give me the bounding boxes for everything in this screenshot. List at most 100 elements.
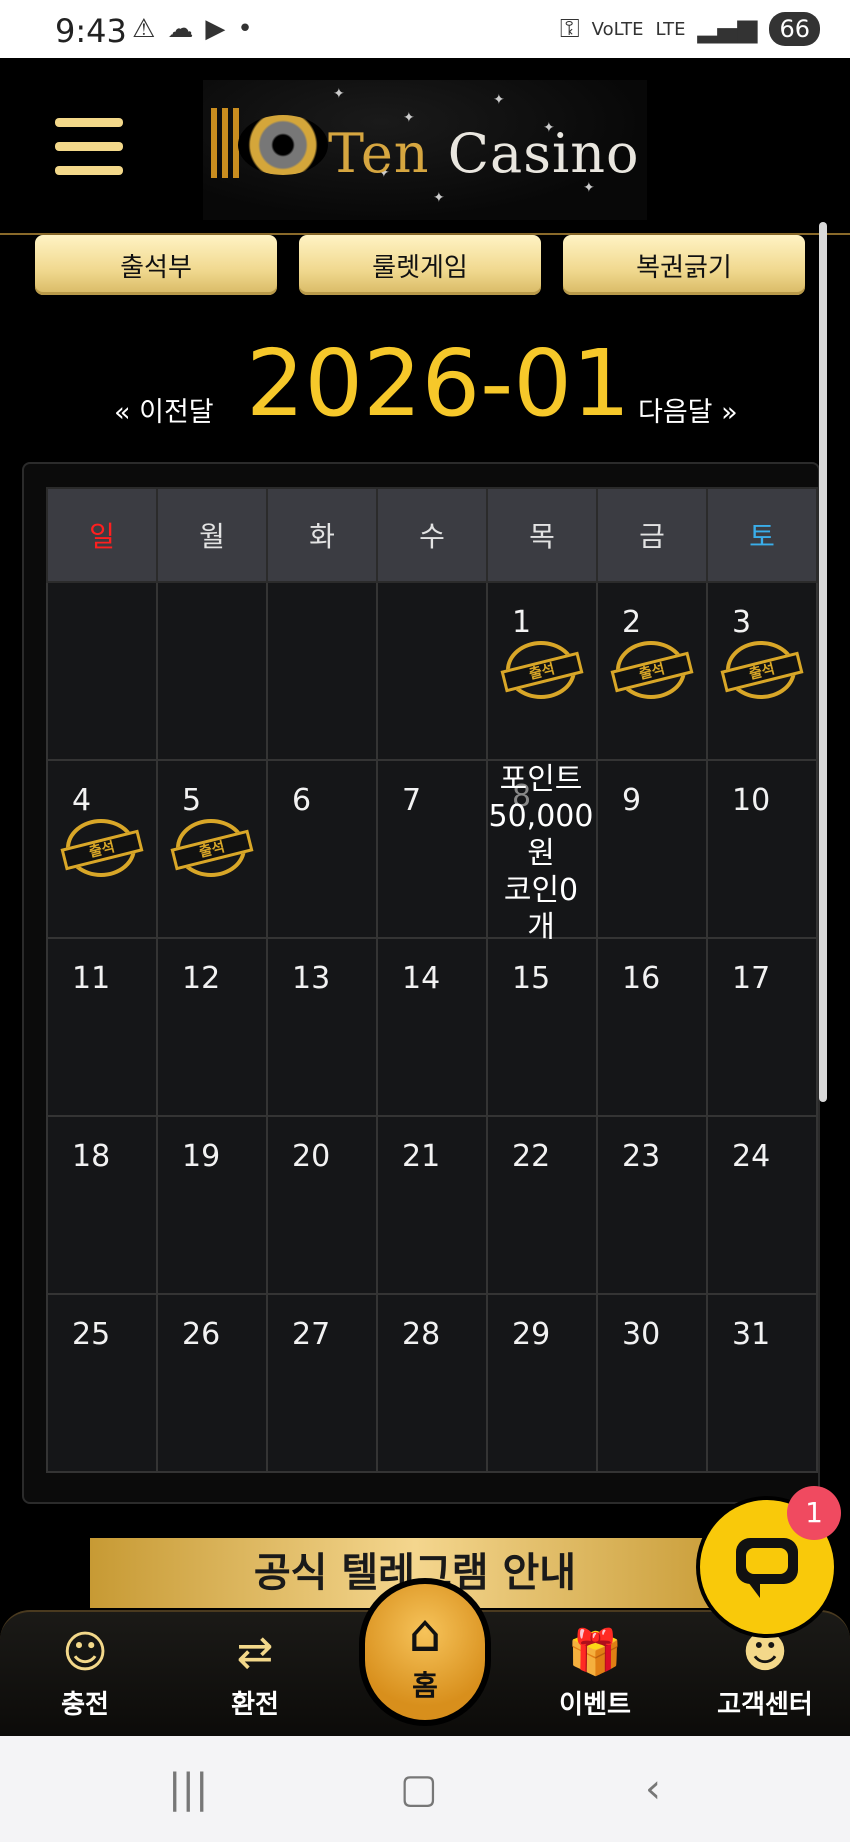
calendar-day[interactable]: 28	[376, 1293, 488, 1473]
calendar-day[interactable]: 6	[266, 759, 378, 939]
attendance-stamp-icon: 출석	[170, 819, 254, 877]
calendar-day[interactable]: 16	[596, 937, 708, 1117]
weekday-thu: 목	[486, 487, 598, 583]
prev-month-link[interactable]: « 이전달	[114, 390, 214, 429]
calendar-day[interactable]: 31	[706, 1293, 818, 1473]
charge-icon: ☺	[62, 1627, 108, 1678]
day-number: 7	[402, 783, 422, 818]
calendar-day-today[interactable]: 8 포인트 50,000 원 코인0 개	[486, 759, 598, 945]
calendar-day[interactable]: 11	[46, 937, 158, 1117]
calendar-day[interactable]: 30	[596, 1293, 708, 1473]
youtube-icon: ▶	[205, 14, 226, 44]
attendance-stamp-icon: 출석	[720, 641, 804, 699]
calendar-day[interactable]: 10	[706, 759, 818, 939]
weekday-sat: 토	[706, 487, 818, 583]
weekday-fri: 금	[596, 487, 708, 583]
exchange-icon: ⇄	[236, 1627, 274, 1678]
menu-icon[interactable]	[55, 118, 123, 176]
calendar-day[interactable]: 26	[156, 1293, 268, 1473]
calendar-day[interactable]: 17	[706, 937, 818, 1117]
day-number: 12	[182, 961, 221, 996]
nav-home-button[interactable]: ⌂ 홈	[359, 1578, 491, 1726]
back-icon[interactable]: ‹	[645, 1766, 661, 1812]
day-number: 26	[182, 1317, 221, 1352]
calendar-day-empty	[266, 581, 378, 761]
scratch-lottery-button[interactable]: 복권긁기	[563, 235, 805, 295]
volte-icon: VoLTE	[591, 18, 644, 40]
day-number: 15	[512, 961, 551, 996]
recent-apps-icon[interactable]: |||	[168, 1766, 208, 1812]
calendar-day[interactable]: 23	[596, 1115, 708, 1295]
day-number: 28	[402, 1317, 441, 1352]
logo-eye-icon	[238, 115, 328, 175]
calendar-day[interactable]: 3 출석	[706, 581, 818, 761]
battery-indicator: 66	[769, 12, 820, 46]
calendar-day[interactable]: 1 출석	[486, 581, 598, 761]
logo-bars	[211, 108, 239, 178]
coin-label: 코인0	[503, 873, 579, 908]
calendar-day[interactable]: 12	[156, 937, 268, 1117]
day-number: 22	[512, 1139, 551, 1174]
calendar-day[interactable]: 27	[266, 1293, 378, 1473]
attendance-button[interactable]: 출석부	[35, 235, 277, 295]
calendar-day[interactable]: 9	[596, 759, 708, 939]
day-number: 16	[622, 961, 661, 996]
calendar-day[interactable]: 29	[486, 1293, 598, 1473]
day-number: 14	[402, 961, 441, 996]
dot-icon: •	[237, 14, 253, 44]
ten-casino-logo[interactable]: ✦ ✦ ✦ ✦ ✦ ✦ ✦ Ten Casino	[203, 80, 647, 220]
day-number: 30	[622, 1317, 661, 1352]
weekday-sun: 일	[46, 487, 158, 583]
weekday-mon: 월	[156, 487, 268, 583]
system-navigation-bar: ||| ▢ ‹	[0, 1736, 850, 1842]
calendar-day[interactable]: 5 출석	[156, 759, 268, 939]
calendar-day[interactable]: 14	[376, 937, 488, 1117]
gift-icon: 🎁	[567, 1627, 623, 1678]
calendar-day[interactable]: 15	[486, 937, 598, 1117]
calendar-day[interactable]: 18	[46, 1115, 158, 1295]
day-number: 18	[72, 1139, 111, 1174]
day-number: 20	[292, 1139, 331, 1174]
nav-exchange[interactable]: ⇄ 환전	[195, 1622, 315, 1721]
calendar-day[interactable]: 22	[486, 1115, 598, 1295]
cloud-icon: ☁	[167, 14, 194, 44]
app-header: ✦ ✦ ✦ ✦ ✦ ✦ ✦ Ten Casino	[0, 58, 850, 235]
nav-support[interactable]: ☻ 고객센터	[705, 1622, 825, 1721]
current-month: 2026-01	[246, 330, 631, 437]
warning-icon: ⚠	[132, 14, 156, 44]
calendar-day[interactable]: 24	[706, 1115, 818, 1295]
calendar-day[interactable]: 25	[46, 1293, 158, 1473]
day-number: 13	[292, 961, 331, 996]
home-system-icon[interactable]: ▢	[400, 1766, 438, 1812]
page-scrollbar[interactable]	[819, 222, 827, 1102]
calendar-day[interactable]: 2 출석	[596, 581, 708, 761]
nav-charge-label: 충전	[61, 1690, 109, 1720]
day-number: 27	[292, 1317, 331, 1352]
calendar-day[interactable]: 19	[156, 1115, 268, 1295]
nav-event-label: 이벤트	[559, 1690, 631, 1720]
logo-text: Ten Casino	[328, 122, 640, 185]
point-amount: 50,000	[488, 799, 594, 834]
point-label: 포인트	[499, 762, 583, 797]
calendar-day[interactable]: 7	[376, 759, 488, 939]
month-navigation: « 이전달 2026-01 다음달 »	[0, 330, 850, 440]
calendar-day[interactable]: 21	[376, 1115, 488, 1295]
day-number: 23	[622, 1139, 661, 1174]
calendar-day-empty	[376, 581, 488, 761]
calendar-day[interactable]: 20	[266, 1115, 378, 1295]
day-number: 21	[402, 1139, 441, 1174]
calendar-day[interactable]: 4 출석	[46, 759, 158, 939]
nav-event[interactable]: 🎁 이벤트	[535, 1622, 655, 1721]
nav-charge[interactable]: ☺ 충전	[25, 1622, 145, 1721]
day-number: 29	[512, 1317, 551, 1352]
point-unit: 원	[527, 836, 555, 871]
attendance-calendar: 일 월 화 수 목 금 토 1 출석 2 출석 3 출석 4 출석 5 출석 6 7 8	[46, 487, 818, 1473]
day-number: 6	[292, 783, 312, 818]
nav-exchange-label: 환전	[231, 1690, 279, 1720]
chat-unread-badge: 1	[787, 1486, 841, 1540]
roulette-button[interactable]: 룰렛게임	[299, 235, 541, 295]
next-month-link[interactable]: 다음달 »	[638, 390, 738, 429]
calendar-day[interactable]: 13	[266, 937, 378, 1117]
weekday-wed: 수	[376, 487, 488, 583]
day-number: 31	[732, 1317, 771, 1352]
